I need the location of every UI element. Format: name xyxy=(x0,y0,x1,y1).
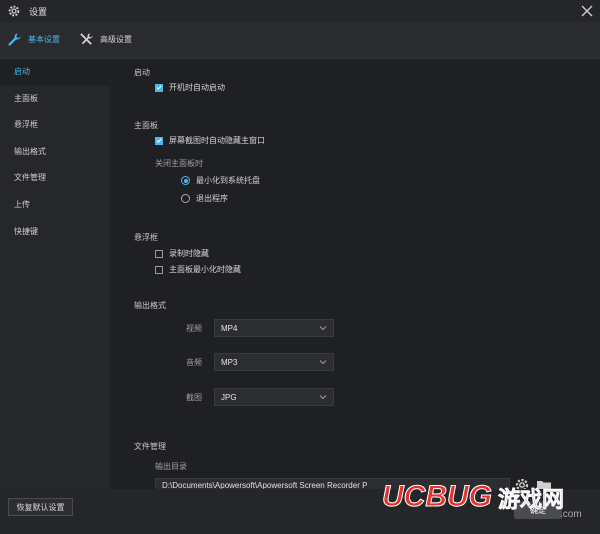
auto-start-option[interactable]: 开机时自动启动 xyxy=(155,82,225,93)
sidebar-item-output-format[interactable]: 输出格式 xyxy=(0,139,110,166)
close-icon[interactable] xyxy=(580,4,594,18)
hide-on-capture-label: 屏幕截图时自动隐藏主窗口 xyxy=(169,136,265,145)
screenshot-format-label: 截图 xyxy=(186,393,202,402)
video-format-value: MP4 xyxy=(221,323,238,333)
screenshot-format-value: JPG xyxy=(221,392,237,402)
sidebar-item-main-panel[interactable]: 主面板 xyxy=(0,86,110,113)
auto-start-checkbox[interactable] xyxy=(155,83,163,92)
reset-defaults-button[interactable]: 恢复默认设置 xyxy=(8,498,73,516)
exit-program-radio[interactable] xyxy=(181,194,190,203)
output-dir-label: 输出目录 xyxy=(155,462,187,471)
watermark-domain: .com xyxy=(560,509,582,519)
close-main-panel-label: 关闭主面板时 xyxy=(155,159,203,168)
chevron-down-icon xyxy=(319,360,327,365)
hide-on-record-option[interactable]: 录制时隐藏 xyxy=(155,248,209,259)
audio-format-value: MP3 xyxy=(221,357,238,367)
hide-on-minimize-label: 主面板最小化时隐藏 xyxy=(169,265,241,274)
sidebar-item-hotkeys[interactable]: 快捷键 xyxy=(0,219,110,246)
tools-icon xyxy=(80,33,93,45)
exit-program-option[interactable]: 退出程序 xyxy=(181,193,228,204)
minimize-to-tray-option[interactable]: 最小化到系统托盘 xyxy=(181,175,260,186)
video-format-label: 视频 xyxy=(186,324,202,333)
audio-format-label: 音频 xyxy=(186,358,202,367)
section-title-output-format: 输出格式 xyxy=(134,301,166,310)
exit-program-label: 退出程序 xyxy=(196,194,228,203)
section-title-float-box: 悬浮框 xyxy=(134,233,158,242)
settings-tabs: 基本设置 高级设置 xyxy=(0,22,600,59)
hide-on-record-checkbox[interactable] xyxy=(155,249,163,258)
settings-content: 启动 开机时自动启动 主面板 屏幕截图时自动隐藏主窗口 关闭主面板时 最小化到系… xyxy=(110,59,600,489)
tab-label: 基本设置 xyxy=(28,35,60,44)
watermark-brand: UCBUG xyxy=(382,480,492,513)
audio-format-select[interactable]: MP3 xyxy=(214,353,334,371)
watermark-cn: 游戏网 xyxy=(498,487,564,513)
window-title: 设置 xyxy=(29,6,48,17)
section-title-main-panel: 主面板 xyxy=(134,121,158,130)
minimize-to-tray-label: 最小化到系统托盘 xyxy=(196,176,260,185)
sidebar-item-file-management[interactable]: 文件管理 xyxy=(0,165,110,192)
hide-on-capture-option[interactable]: 屏幕截图时自动隐藏主窗口 xyxy=(155,135,265,146)
auto-start-label: 开机时自动启动 xyxy=(169,83,225,92)
sidebar-item-float-box[interactable]: 悬浮框 xyxy=(0,112,110,139)
hide-on-capture-checkbox[interactable] xyxy=(155,136,163,145)
tab-basic-settings[interactable]: 基本设置 xyxy=(7,32,60,47)
tab-advanced-settings[interactable]: 高级设置 xyxy=(79,32,132,47)
gear-icon xyxy=(8,5,20,17)
screenshot-format-select[interactable]: JPG xyxy=(214,388,334,406)
title-bar: 设置 xyxy=(0,0,600,22)
hide-on-record-label: 录制时隐藏 xyxy=(169,249,209,258)
chevron-down-icon xyxy=(319,395,327,400)
hide-on-minimize-checkbox[interactable] xyxy=(155,265,163,274)
tab-label: 高级设置 xyxy=(100,35,132,44)
section-title-startup: 启动 xyxy=(134,68,150,77)
minimize-to-tray-radio[interactable] xyxy=(181,176,190,185)
section-title-file-management: 文件管理 xyxy=(134,442,166,451)
wrench-icon xyxy=(8,33,21,46)
sidebar: 启动 主面板 悬浮框 输出格式 文件管理 上传 快捷键 xyxy=(0,59,110,489)
hide-on-minimize-option[interactable]: 主面板最小化时隐藏 xyxy=(155,264,241,275)
checkmark-icon xyxy=(156,138,162,143)
sidebar-item-startup[interactable]: 启动 xyxy=(0,59,110,86)
sidebar-item-upload[interactable]: 上传 xyxy=(0,192,110,219)
ucbug-watermark: UCBUG 游戏网 .com xyxy=(382,480,582,520)
checkmark-icon xyxy=(156,85,162,90)
video-format-select[interactable]: MP4 xyxy=(214,319,334,337)
chevron-down-icon xyxy=(319,326,327,331)
